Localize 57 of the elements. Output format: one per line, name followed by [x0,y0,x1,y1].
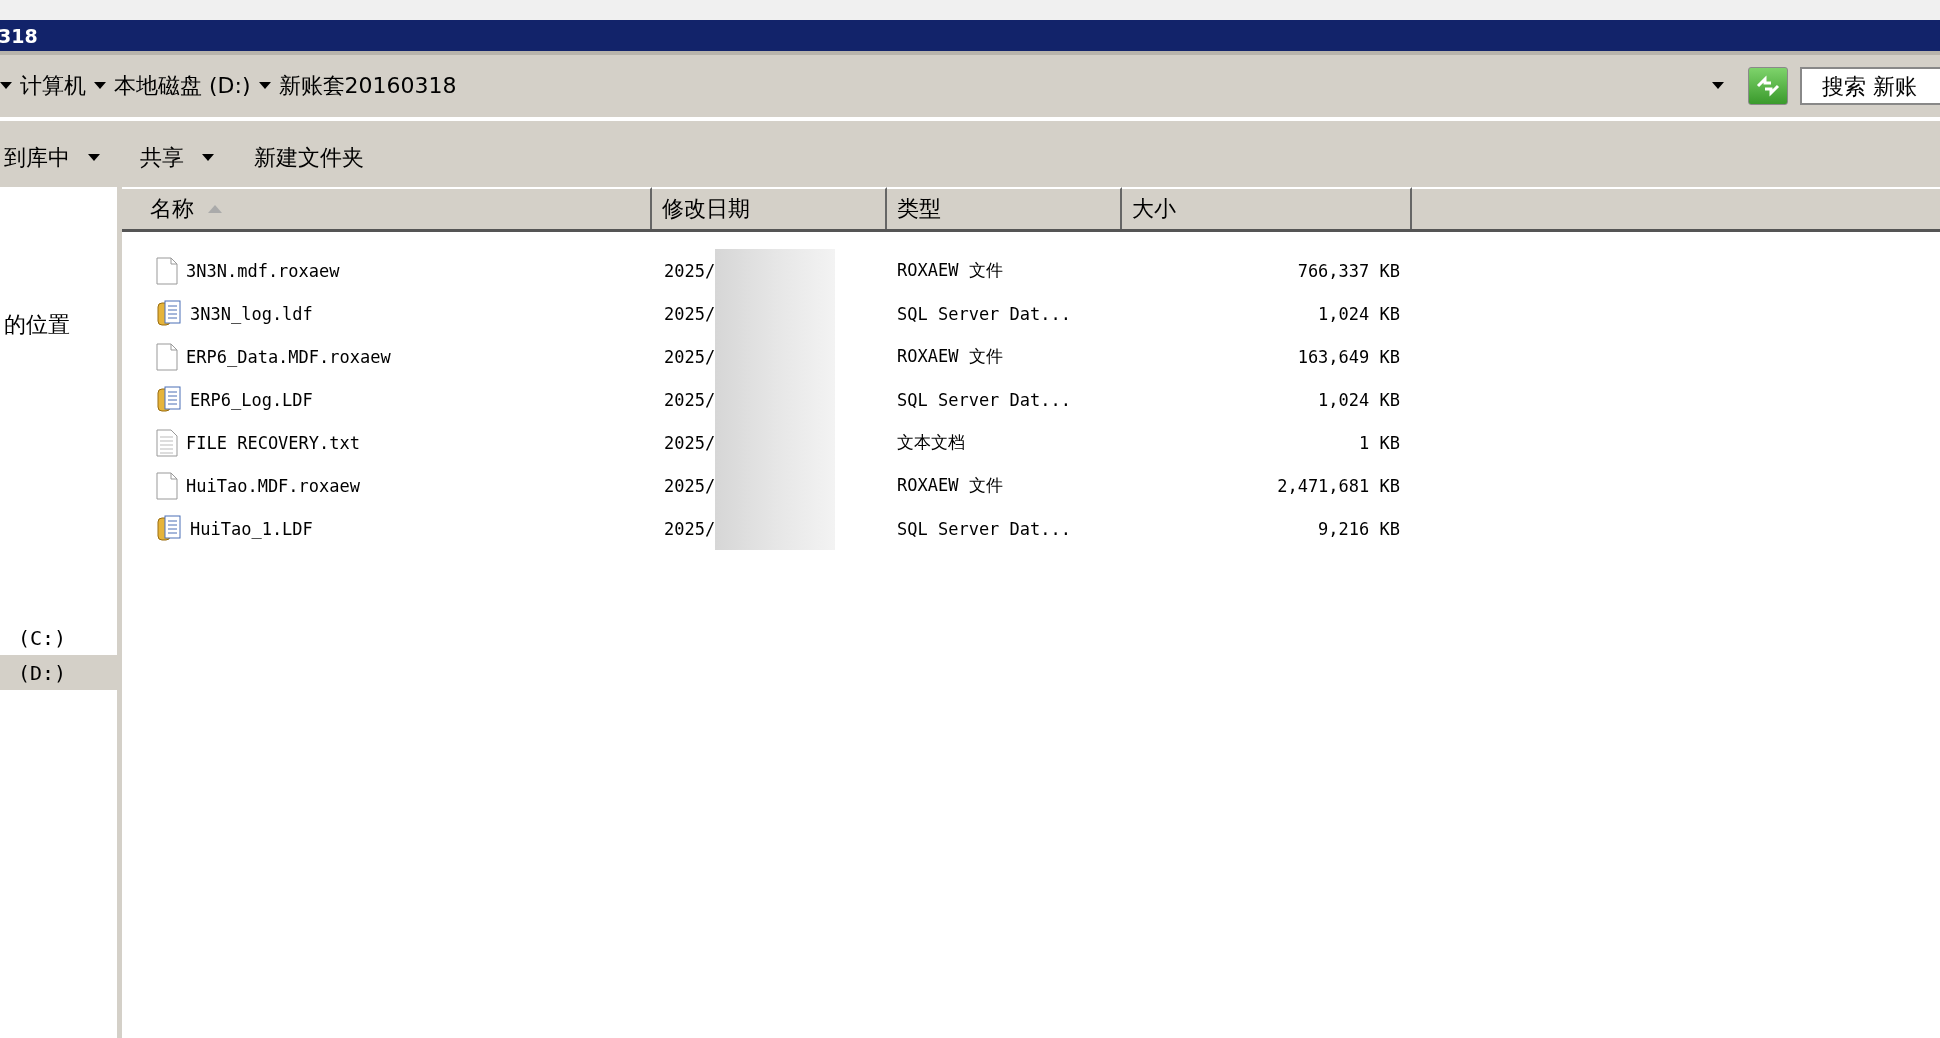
table-cell-text: ROXAEW 文件 [896,345,1004,368]
table-cell-text: 1,024 KB [1317,389,1401,410]
sidebar-item[interactable]: 的位置 [0,307,117,342]
breadcrumb-item[interactable]: 新账套20160318 [278,71,457,101]
database-file-icon [156,385,182,414]
column-header[interactable]: 修改日期 [652,187,887,229]
search-field[interactable]: 搜索 新账 [1800,67,1940,105]
table-cell-text: SQL Server Dat... [896,389,1072,410]
table-cell-text: ROXAEW 文件 [896,474,1004,497]
caret-icon [1712,82,1724,90]
table-cell: 2025/ [664,475,716,496]
table-cell: 2025/ [664,432,716,453]
file-name: ERP6_Log.LDF [190,389,313,410]
file-name: HuiTao_1.LDF [190,518,313,539]
table-cell-text: 2,471,681 KB [1276,475,1401,496]
caret-icon [0,82,12,90]
table-cell-text: 9,216 KB [1317,518,1401,539]
table-cell-text: 163,649 KB [1296,346,1401,367]
file-name: 3N3N_log.ldf [190,303,313,324]
sidebar-item[interactable]: (C:) [0,620,117,655]
toolbar-button[interactable]: 到库中 [4,143,100,173]
table-cell-text: 1,024 KB [1317,303,1401,324]
table-cell: 2025/ [664,518,716,539]
breadcrumb-item[interactable]: 本地磁盘 (D:) [114,71,251,101]
blank-file-icon [156,471,178,500]
column-header[interactable]: 大小 [1122,187,1412,229]
table-cell: 2025/ [664,260,716,281]
table-cell: 2025/ [664,389,716,410]
refresh-button[interactable] [1748,67,1788,105]
blank-file-icon [156,342,178,371]
toolbar-button[interactable]: 新建文件夹 [254,143,364,173]
table-cell: 2025/ [664,346,716,367]
toolbar-button[interactable]: 共享 [140,143,214,173]
caret-icon [258,82,271,90]
blank-file-icon [156,256,178,285]
sidebar-item[interactable]: (D:) [0,655,117,690]
sort-arrow-icon [208,205,222,213]
arrows-icon [1755,75,1781,97]
breadcrumb-item[interactable]: 计算机 [20,71,86,101]
table-cell-text: SQL Server Dat... [896,518,1072,539]
caret-icon [94,82,106,90]
file-name: HuiTao.MDF.roxaew [186,475,360,496]
window-title: 318 [0,24,38,47]
database-file-icon [156,299,182,328]
text-file-icon [156,428,178,457]
table-cell-text: 1 KB [1358,432,1401,453]
file-name: FILE RECOVERY.txt [186,432,360,453]
table-cell: 2025/ [664,303,716,324]
column-header[interactable]: 类型 [887,187,1122,229]
table-cell-text: 766,337 KB [1296,260,1401,281]
table-cell-text: SQL Server Dat... [896,303,1072,324]
column-header[interactable]: 名称 [122,187,652,229]
table-cell-text: ROXAEW 文件 [896,259,1004,282]
file-name: 3N3N.mdf.roxaew [186,260,340,281]
table-cell-text: 文本文档 [896,431,966,454]
database-file-icon [156,514,182,543]
file-name: ERP6_Data.MDF.roxaew [186,346,391,367]
